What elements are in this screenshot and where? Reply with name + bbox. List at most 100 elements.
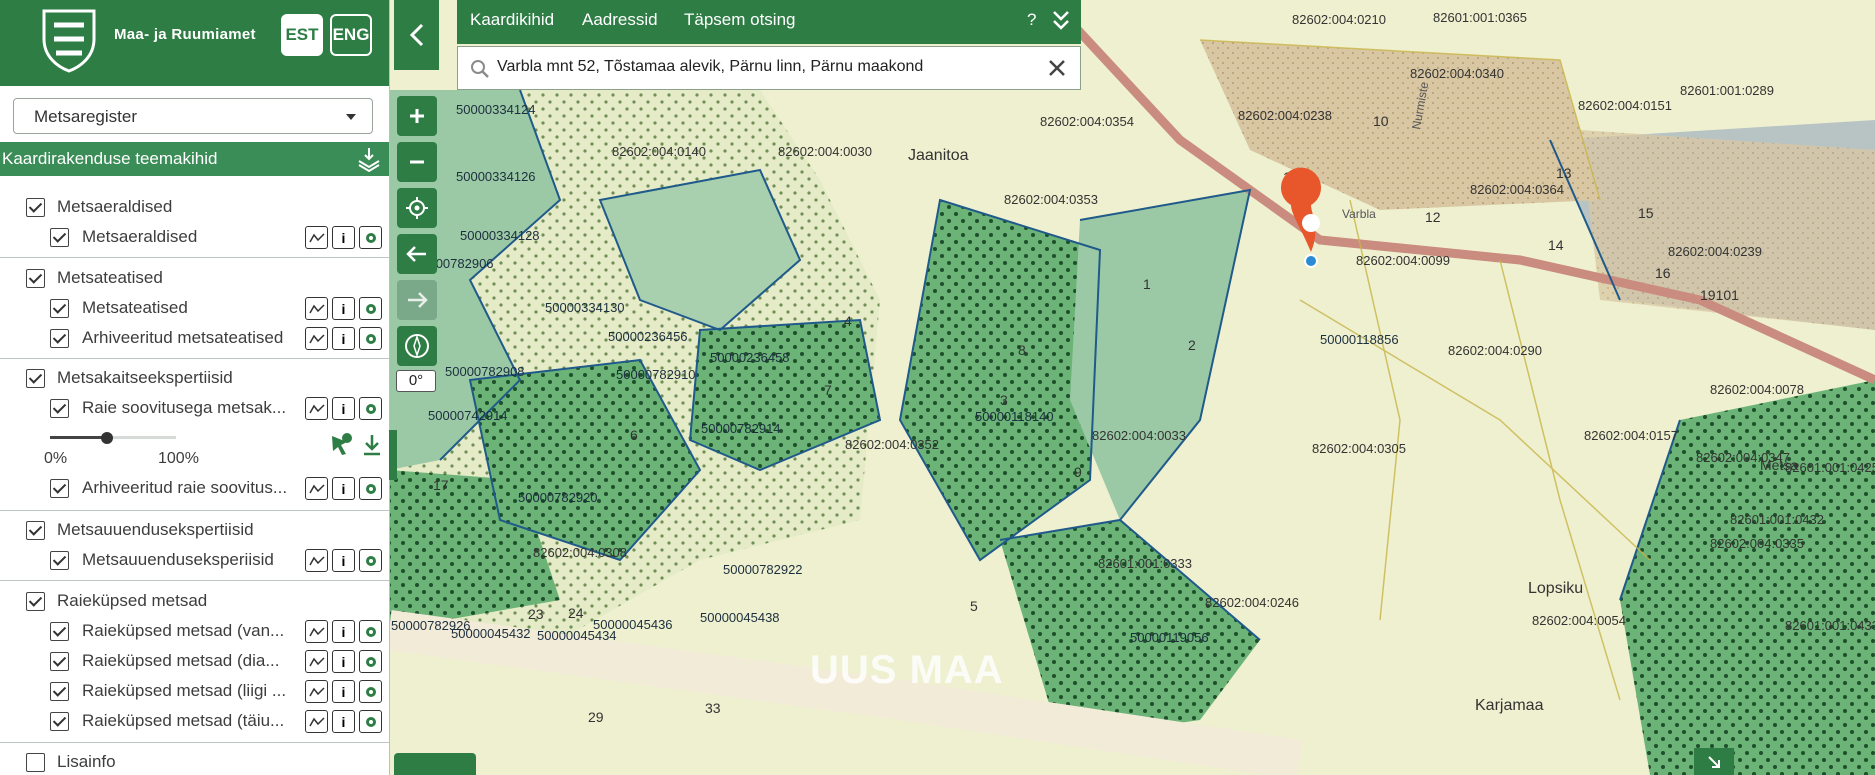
group-checkbox-metsaeraldised[interactable] <box>26 198 45 217</box>
layer-checkbox[interactable] <box>50 479 69 498</box>
opacity-min-label: 0% <box>44 450 68 467</box>
search-icon <box>471 60 489 78</box>
register-select[interactable]: Metsaregister <box>13 98 373 134</box>
info-icon[interactable]: i <box>332 549 355 572</box>
layer-label: Raieküpsed metsad (dia... <box>82 651 280 670</box>
gear-icon[interactable] <box>359 397 382 420</box>
group-label-metsaeraldised: Metsaeraldised <box>57 197 173 216</box>
layer-checkbox[interactable] <box>50 652 69 671</box>
gear-icon[interactable] <box>359 477 382 500</box>
tab-kaardikihid[interactable]: Kaardikihid <box>470 10 554 30</box>
close-icon[interactable] <box>1048 59 1066 77</box>
forest-id: 50000334126 <box>456 169 536 184</box>
chart-icon[interactable] <box>305 397 328 420</box>
forest-id: 50000334124 <box>456 102 536 117</box>
chart-icon[interactable] <box>305 297 328 320</box>
sidebar-resize-handle[interactable] <box>389 430 397 480</box>
group-label-lisainfo: Lisainfo <box>57 752 116 771</box>
compartment-number: 3 <box>1000 392 1008 408</box>
layer-label: Raieküpsed metsad (täiu... <box>82 711 285 730</box>
chart-icon[interactable] <box>305 226 328 249</box>
info-icon[interactable]: i <box>332 680 355 703</box>
chart-icon[interactable] <box>305 327 328 350</box>
parcel-id: 82602:004:0239 <box>1668 244 1762 259</box>
double-chevron-down-icon[interactable] <box>1051 8 1071 32</box>
zoom-in-button[interactable] <box>397 96 437 136</box>
layer-checkbox[interactable] <box>50 399 69 418</box>
locate-button[interactable] <box>397 188 437 228</box>
compartment-number: 29 <box>588 709 604 725</box>
group-checkbox-metsateatised[interactable] <box>26 269 45 288</box>
filter-cursor-icon[interactable] <box>329 432 355 458</box>
history-back-button[interactable] <box>397 234 437 274</box>
collapse-sidebar-button[interactable] <box>394 0 439 70</box>
info-icon[interactable]: i <box>332 710 355 733</box>
chart-icon[interactable] <box>305 477 328 500</box>
chart-icon[interactable] <box>305 680 328 703</box>
layer-checkbox[interactable] <box>50 712 69 731</box>
layer-tools: i <box>305 397 382 420</box>
compartment-number: 19101 <box>1700 287 1739 303</box>
info-icon[interactable]: i <box>332 620 355 643</box>
group-checkbox-raiekupsed[interactable] <box>26 592 45 611</box>
zoom-out-button[interactable] <box>397 142 437 182</box>
chart-icon[interactable] <box>305 620 328 643</box>
info-icon[interactable]: i <box>332 297 355 320</box>
basemap-toggle-button[interactable] <box>394 753 476 775</box>
chart-icon[interactable] <box>305 549 328 572</box>
info-icon[interactable]: i <box>332 327 355 350</box>
coat-of-arms-logo-icon <box>42 9 96 73</box>
help-button[interactable]: ? <box>1027 10 1036 30</box>
layer-checkbox[interactable] <box>50 299 69 318</box>
gear-icon[interactable] <box>359 680 382 703</box>
layer-checkbox[interactable] <box>50 228 69 247</box>
chart-icon[interactable] <box>305 650 328 673</box>
group-checkbox-metsakaitseekspertiisid[interactable] <box>26 369 45 388</box>
gear-icon[interactable] <box>359 710 382 733</box>
info-icon[interactable]: i <box>332 226 355 249</box>
lang-eng-button[interactable]: ENG <box>330 14 372 56</box>
opacity-max-label: 100% <box>158 450 199 467</box>
tab-aadressid[interactable]: Aadressid <box>582 10 658 30</box>
parcel-id: 82602:004:0340 <box>1410 66 1504 81</box>
forest-id: 50000045436 <box>593 617 673 632</box>
chart-icon[interactable] <box>305 710 328 733</box>
parcel-id: 82602:004:0335 <box>1710 536 1804 551</box>
layer-checkbox[interactable] <box>50 551 69 570</box>
opacity-slider-handle[interactable] <box>100 432 113 444</box>
gear-icon[interactable] <box>359 650 382 673</box>
layer-checkbox[interactable] <box>50 329 69 348</box>
gear-icon[interactable] <box>359 327 382 350</box>
group-checkbox-metsauuendusekspertiisid[interactable] <box>26 521 45 540</box>
info-icon[interactable]: i <box>332 650 355 673</box>
divider <box>0 257 389 258</box>
lang-est-button[interactable]: EST <box>281 14 323 56</box>
layer-label: Metsauuenduseksperiisid <box>82 550 274 569</box>
forest-id: 50000782908 <box>445 364 525 379</box>
place-karjamaa: Karjamaa <box>1475 697 1544 714</box>
parcel-id: 82601:001:0425 <box>1785 460 1875 475</box>
gear-icon[interactable] <box>359 297 382 320</box>
compartment-number: 24 <box>568 605 584 621</box>
history-forward-button[interactable] <box>397 280 437 320</box>
info-icon[interactable]: i <box>332 397 355 420</box>
info-icon[interactable]: i <box>332 477 355 500</box>
download-icon[interactable] <box>361 433 383 457</box>
group-checkbox-lisainfo[interactable] <box>26 753 45 772</box>
crosshair-icon <box>406 197 428 219</box>
forest-id: 50000119056 <box>1130 630 1209 645</box>
compass-button[interactable] <box>397 326 437 366</box>
parcel-id: 82602:004:0354 <box>1040 114 1134 129</box>
tab-tapsem-otsing[interactable]: Täpsem otsing <box>684 10 796 30</box>
gear-icon[interactable] <box>359 226 382 249</box>
compartment-number: 4 <box>844 313 852 329</box>
minimap-toggle-button[interactable] <box>1694 748 1734 775</box>
gear-icon[interactable] <box>359 549 382 572</box>
layer-checkbox[interactable] <box>50 622 69 641</box>
forest-id: 50000782910 <box>616 367 696 382</box>
gear-icon[interactable] <box>359 620 382 643</box>
search-input[interactable] <box>495 57 1039 77</box>
layer-checkbox[interactable] <box>50 682 69 701</box>
parcel-id: 82601:001:0433 <box>1785 618 1875 633</box>
layers-stack-icon[interactable] <box>355 145 383 173</box>
